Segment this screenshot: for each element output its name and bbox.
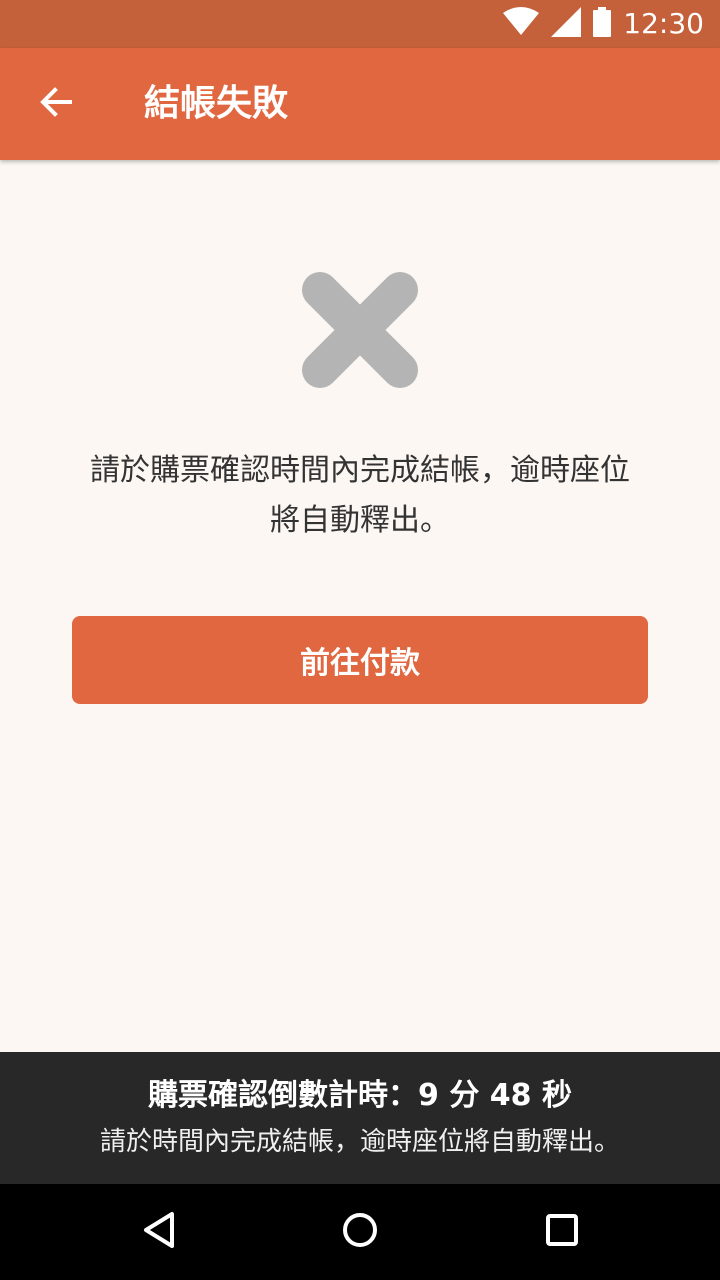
wifi-icon <box>503 7 540 41</box>
back-triangle-icon <box>140 1210 180 1254</box>
go-to-payment-button[interactable]: 前往付款 <box>72 616 648 704</box>
app-bar: 結帳失敗 <box>0 48 720 160</box>
nav-home-button[interactable] <box>328 1200 392 1264</box>
nav-recents-button[interactable] <box>530 1200 594 1264</box>
status-time: 12:30 <box>623 7 704 40</box>
page-title: 結帳失敗 <box>144 83 289 124</box>
message-line-2: 將自動釋出。 <box>270 503 450 538</box>
countdown-title: 購票確認倒數計時：9 分 48 秒 <box>148 1078 572 1113</box>
arrow-left-icon <box>38 84 74 124</box>
back-button[interactable] <box>24 72 88 136</box>
countdown-bar: 購票確認倒數計時：9 分 48 秒 請於時間內完成結帳，逾時座位將自動釋出。 <box>0 1052 720 1184</box>
message-line-1: 請於購票確認時間內完成結帳，逾時座位 <box>90 453 630 488</box>
navigation-bar <box>0 1184 720 1280</box>
countdown-subtitle: 請於時間內完成結帳，逾時座位將自動釋出。 <box>99 1127 620 1157</box>
signal-icon <box>551 7 582 41</box>
home-circle-icon <box>340 1210 380 1254</box>
main-content: 請於購票確認時間內完成結帳，逾時座位 將自動釋出。 前往付款 <box>0 160 720 1052</box>
nav-back-button[interactable] <box>128 1200 192 1264</box>
recents-square-icon <box>542 1210 582 1254</box>
failure-message: 請於購票確認時間內完成結帳，逾時座位 將自動釋出。 <box>60 446 660 546</box>
close-x-icon <box>296 266 424 394</box>
status-bar: 12:30 <box>0 0 720 48</box>
battery-icon <box>593 7 612 41</box>
status-icons: 12:30 <box>503 0 704 48</box>
